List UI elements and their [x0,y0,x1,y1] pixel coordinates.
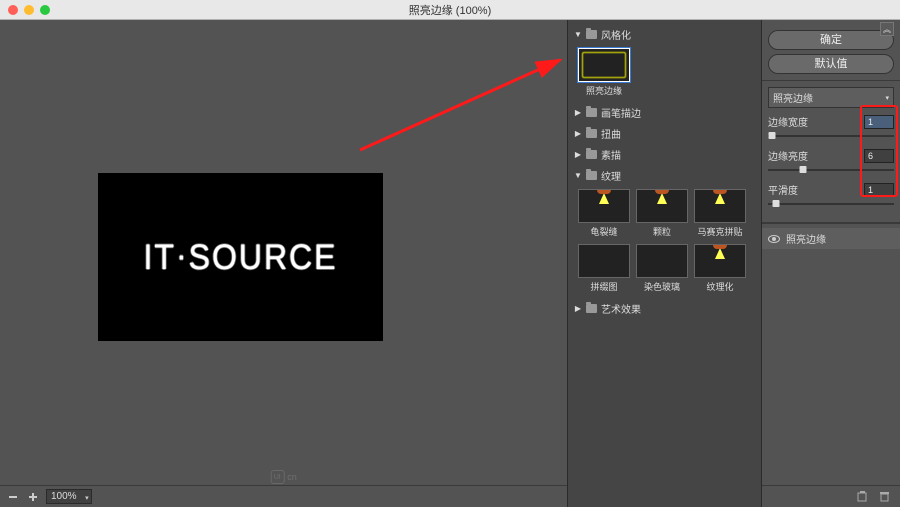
settings-top: ︽ 确定 默认值 [762,20,900,81]
category-label: 画笔描边 [601,105,641,120]
minimize-window-button[interactable] [24,5,34,15]
stylize-thumbs: 照亮边缘 [574,45,755,102]
zoom-level-select[interactable]: 100% [46,489,92,504]
new-effect-layer-button[interactable] [856,491,868,503]
thumb-glowing-edges[interactable]: 照亮边缘 [578,48,630,97]
folder-icon [586,150,597,159]
category-label: 风格化 [601,27,631,42]
thumbnail-label: 马赛克拼贴 [697,225,742,238]
disclosure-right-icon: ▶ [574,108,582,117]
settings-params: 照亮边缘 ▾ 边缘宽度 边缘亮度 [762,81,900,223]
thumbnail-image [636,244,688,278]
zoom-window-button[interactable] [40,5,50,15]
edge-width-input[interactable] [864,115,894,129]
thumbnail-image [578,48,630,82]
category-sketch[interactable]: ▶ 素描 [574,144,755,165]
thumbnail-image [694,189,746,223]
category-texture[interactable]: ▼ 纹理 [574,165,755,186]
settings-panel: ︽ 确定 默认值 照亮边缘 ▾ 边缘宽度 边缘亮度 [762,20,900,507]
thumbnail-label: 照亮边缘 [586,84,622,97]
disclosure-right-icon: ▶ [574,304,582,313]
folder-icon [586,129,597,138]
chevron-down-icon: ▾ [885,94,889,102]
thumb-texturizer[interactable]: 纹理化 [694,244,746,293]
thumbnail-label: 颗粒 [653,225,671,238]
preview-toolbar: 100% ▾ [0,485,567,507]
texture-thumbs: 龟裂缝 颗粒 马赛克拼贴 拼缀图 染色玻璃 纹理化 [574,186,755,298]
visibility-eye-icon[interactable] [768,235,780,243]
preview-pane: IT·SOURCE UI cn [0,20,568,507]
collapse-panel-button[interactable]: ︽ [880,22,894,36]
disclosure-right-icon: ▶ [574,150,582,159]
edge-brightness-input[interactable] [864,149,894,163]
watermark-logo-icon: UI [270,470,284,484]
zoom-out-button[interactable] [6,490,20,504]
zoom-in-button[interactable] [26,490,40,504]
folder-icon [586,30,597,39]
thumbnail-label: 纹理化 [706,280,733,293]
annotation-arrow [360,50,580,160]
defaults-button[interactable]: 默认值 [768,54,894,74]
thumbnail-label: 染色玻璃 [644,280,680,293]
watermark: UI cn [270,470,297,484]
preset-name: 照亮边缘 [773,90,813,105]
settings-bottom-toolbar [762,485,900,507]
thumbnail-image [694,244,746,278]
thumb-patchwork[interactable]: 拼缀图 [578,244,630,293]
param-edge-brightness: 边缘亮度 [768,148,894,174]
edge-brightness-slider[interactable] [768,166,894,174]
category-label: 纹理 [601,168,621,183]
effect-layer-list: 照亮边缘 [762,223,900,443]
filter-category-panel: ▼ 风格化 照亮边缘 ▶ 画笔描边 ▶ 扭曲 ▶ 素描 ▼ [568,20,762,507]
window-title: 照亮边缘 (100%) [0,2,900,18]
folder-icon [586,108,597,117]
category-artistic[interactable]: ▶ 艺术效果 [574,298,755,319]
category-brush-strokes[interactable]: ▶ 画笔描边 [574,102,755,123]
smoothness-slider[interactable] [768,200,894,208]
thumb-stained-glass[interactable]: 染色玻璃 [636,244,688,293]
window-titlebar: 照亮边缘 (100%) [0,0,900,20]
effect-layer-row[interactable]: 照亮边缘 [762,228,900,249]
disclosure-right-icon: ▶ [574,129,582,138]
smoothness-input[interactable] [864,183,894,197]
category-distort[interactable]: ▶ 扭曲 [574,123,755,144]
param-label: 边缘亮度 [768,148,808,163]
thumbnail-image [578,244,630,278]
preview-canvas: IT·SOURCE [98,173,383,341]
effect-layer-name: 照亮边缘 [786,231,826,246]
param-label: 边缘宽度 [768,114,808,129]
folder-icon [586,304,597,313]
thumb-craquelure[interactable]: 龟裂缝 [578,189,630,238]
chevron-up-icon: ︽ [883,24,891,35]
delete-effect-layer-button[interactable] [878,491,890,503]
watermark-text: cn [287,472,297,482]
thumbnail-label: 龟裂缝 [590,225,617,238]
thumbnail-image [636,189,688,223]
param-label: 平滑度 [768,182,798,197]
filter-preset-select[interactable]: 照亮边缘 ▾ [768,87,894,108]
category-stylize[interactable]: ▼ 风格化 [574,24,755,45]
thumbnail-image [578,189,630,223]
param-smoothness: 平滑度 [768,182,894,208]
close-window-button[interactable] [8,5,18,15]
disclosure-down-icon: ▼ [574,171,582,180]
disclosure-down-icon: ▼ [574,30,582,39]
category-label: 艺术效果 [601,301,641,316]
preview-artwork-text: IT·SOURCE [144,237,338,278]
category-label: 扭曲 [601,126,621,141]
edge-width-slider[interactable] [768,132,894,140]
category-label: 素描 [601,147,621,162]
param-edge-width: 边缘宽度 [768,114,894,140]
folder-icon [586,171,597,180]
thumb-mosaic-tiles[interactable]: 马赛克拼贴 [694,189,746,238]
window-controls [8,5,50,15]
preview-area[interactable]: IT·SOURCE UI cn [0,20,567,485]
ok-button[interactable]: 确定 [768,30,894,50]
thumb-grain[interactable]: 颗粒 [636,189,688,238]
thumbnail-label: 拼缀图 [590,280,617,293]
